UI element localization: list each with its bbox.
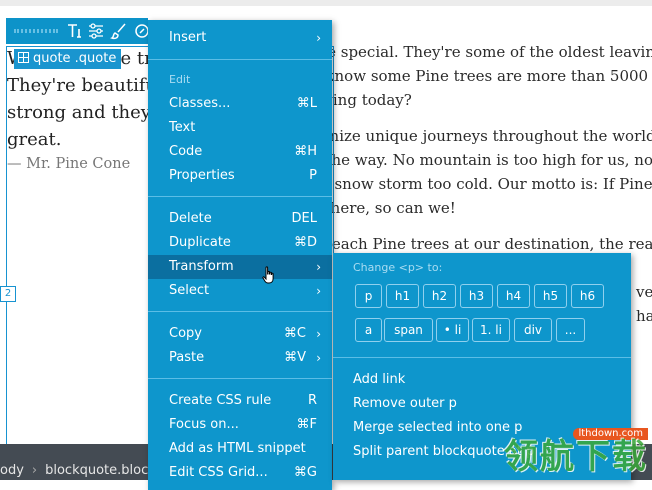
chevron-right-icon: › xyxy=(316,327,321,341)
grid-icon xyxy=(18,52,29,63)
transform-to-li-button[interactable]: • li xyxy=(436,318,469,342)
menu-shortcut: ⌘V xyxy=(284,350,306,365)
paragraph-1: are special. They're some of the oldest … xyxy=(311,40,652,112)
menu-item-code[interactable]: Code ⌘H xyxy=(148,140,332,164)
chevron-right-icon: › xyxy=(31,463,38,478)
hand-cursor-icon xyxy=(262,266,274,284)
menu-shortcut: ⌘H xyxy=(294,144,317,159)
submenu-item-add-link[interactable]: Add link xyxy=(353,368,405,392)
line-marker: 2 xyxy=(0,286,16,302)
text-format-icon[interactable] xyxy=(64,21,84,41)
menu-divider xyxy=(148,59,332,60)
menu-item-label: Add as HTML snippet xyxy=(169,441,306,456)
menu-item-transform[interactable]: Transform › xyxy=(148,255,332,279)
menu-item-label: Code xyxy=(169,144,203,159)
menu-divider xyxy=(148,378,332,379)
menu-item-edit-css-grid[interactable]: Edit CSS Grid... ⌘G xyxy=(148,461,332,485)
more-tags-button[interactable]: ... xyxy=(556,318,585,342)
menu-item-label: Create CSS rule xyxy=(169,393,272,408)
chevron-right-icon: › xyxy=(316,284,321,298)
transform-to-a-button[interactable]: a xyxy=(355,318,382,342)
chevron-right-icon: › xyxy=(316,31,321,45)
element-tag-badge[interactable]: quote .quote xyxy=(14,49,122,69)
menu-shortcut: ⌘C xyxy=(283,326,306,341)
menu-item-label: Paste xyxy=(169,350,205,365)
menu-item-label: Classes... xyxy=(169,96,231,111)
section-label: Edit xyxy=(169,73,191,86)
menu-shortcut: ⌘G xyxy=(293,465,317,480)
menu-item-add-html-snippet[interactable]: Add as HTML snippet xyxy=(148,437,332,461)
menu-shortcut: R xyxy=(307,393,317,408)
menu-item-label: Transform xyxy=(169,259,234,274)
element-toolbar xyxy=(6,18,149,44)
menu-item-duplicate[interactable]: Duplicate ⌘D xyxy=(148,231,332,255)
transform-to-h3-button[interactable]: h3 xyxy=(460,284,493,308)
menu-item-label: Select xyxy=(169,283,210,298)
chevron-right-icon: › xyxy=(316,260,321,274)
chevron-right-icon: › xyxy=(316,351,321,365)
menu-shortcut: ⌘D xyxy=(293,235,317,250)
text-line: ganize unique journeys throughout the wo… xyxy=(311,127,652,145)
menu-divider xyxy=(148,196,332,197)
text-line: no snow storm too cold. Our motto is: If… xyxy=(311,175,652,193)
drag-handle[interactable] xyxy=(14,29,58,33)
breadcrumb-item-body[interactable]: ody xyxy=(0,463,24,478)
text-line: owing today? xyxy=(311,91,412,109)
menu-item-label: Edit CSS Grid... xyxy=(169,465,268,480)
menu-item-label: Duplicate xyxy=(169,235,231,250)
menu-shortcut: P xyxy=(309,168,317,183)
menu-item-copy[interactable]: Copy ⌘C › xyxy=(148,322,332,346)
settings-sliders-icon[interactable] xyxy=(86,21,106,41)
tag-badge-label: quote .quote xyxy=(33,51,117,66)
text-line: e there, so can we! xyxy=(311,199,456,217)
transform-to-span-button[interactable]: span xyxy=(384,318,433,342)
text-line: are special. They're some of the oldest … xyxy=(311,43,652,61)
menu-item-classes[interactable]: Classes... ⌘L xyxy=(148,92,332,116)
transform-to-p-button[interactable]: p xyxy=(355,284,382,308)
transform-to-div-button[interactable]: div xyxy=(514,318,552,342)
menu-item-insert[interactable]: Insert › xyxy=(148,26,332,50)
submenu-item-remove-outer-p[interactable]: Remove outer p xyxy=(353,392,457,416)
text-line: n the way. No mountain is too high for u… xyxy=(311,151,652,169)
menu-item-text[interactable]: Text xyxy=(148,116,332,140)
paragraph-2: ganize unique journeys throughout the wo… xyxy=(311,124,652,220)
menu-item-paste[interactable]: Paste ⌘V › xyxy=(148,346,332,370)
text-line: u know some Pine trees are more than 500… xyxy=(311,67,652,85)
watermark-text: 领航下载 xyxy=(504,437,648,477)
brush-icon[interactable] xyxy=(110,21,130,41)
menu-item-label: Focus on... xyxy=(169,417,239,432)
menu-shortcut: ⌘F xyxy=(296,417,317,432)
transform-to-h4-button[interactable]: h4 xyxy=(497,284,530,308)
menu-item-create-css-rule[interactable]: Create CSS rule R xyxy=(148,389,332,413)
menu-item-label: Delete xyxy=(169,211,212,226)
transform-to-h1-button[interactable]: h1 xyxy=(386,284,419,308)
submenu-divider xyxy=(333,357,631,358)
menu-item-label: Insert xyxy=(169,30,207,45)
transform-to-h2-button[interactable]: h2 xyxy=(423,284,456,308)
menu-item-label: Properties xyxy=(169,168,235,183)
menu-section-edit: Edit xyxy=(148,68,332,92)
menu-item-label: Copy xyxy=(169,326,202,341)
transform-to-ol-li-button[interactable]: 1. li xyxy=(472,318,510,342)
transform-to-h6-button[interactable]: h6 xyxy=(571,284,604,308)
site-watermark: lthdown.com 领航下载 xyxy=(470,428,650,478)
transform-to-h5-button[interactable]: h5 xyxy=(534,284,567,308)
menu-item-focus-on[interactable]: Focus on... ⌘F xyxy=(148,413,332,437)
top-strip xyxy=(0,0,652,6)
menu-divider xyxy=(148,311,332,312)
menu-shortcut: ⌘L xyxy=(296,96,317,111)
context-menu: Insert › Edit Classes... ⌘L Text Code ⌘H… xyxy=(148,20,332,490)
menu-item-properties[interactable]: Properties P xyxy=(148,164,332,188)
breadcrumb: ody › blockquote.block xyxy=(0,462,156,480)
menu-item-delete[interactable]: Delete DEL xyxy=(148,207,332,231)
menu-shortcut: DEL xyxy=(291,211,317,226)
menu-item-label: Text xyxy=(169,120,196,135)
menu-item-select[interactable]: Select › xyxy=(148,279,332,303)
breadcrumb-item-blockquote[interactable]: blockquote.block xyxy=(45,463,156,478)
submenu-header: Change <p> to: xyxy=(353,261,443,274)
